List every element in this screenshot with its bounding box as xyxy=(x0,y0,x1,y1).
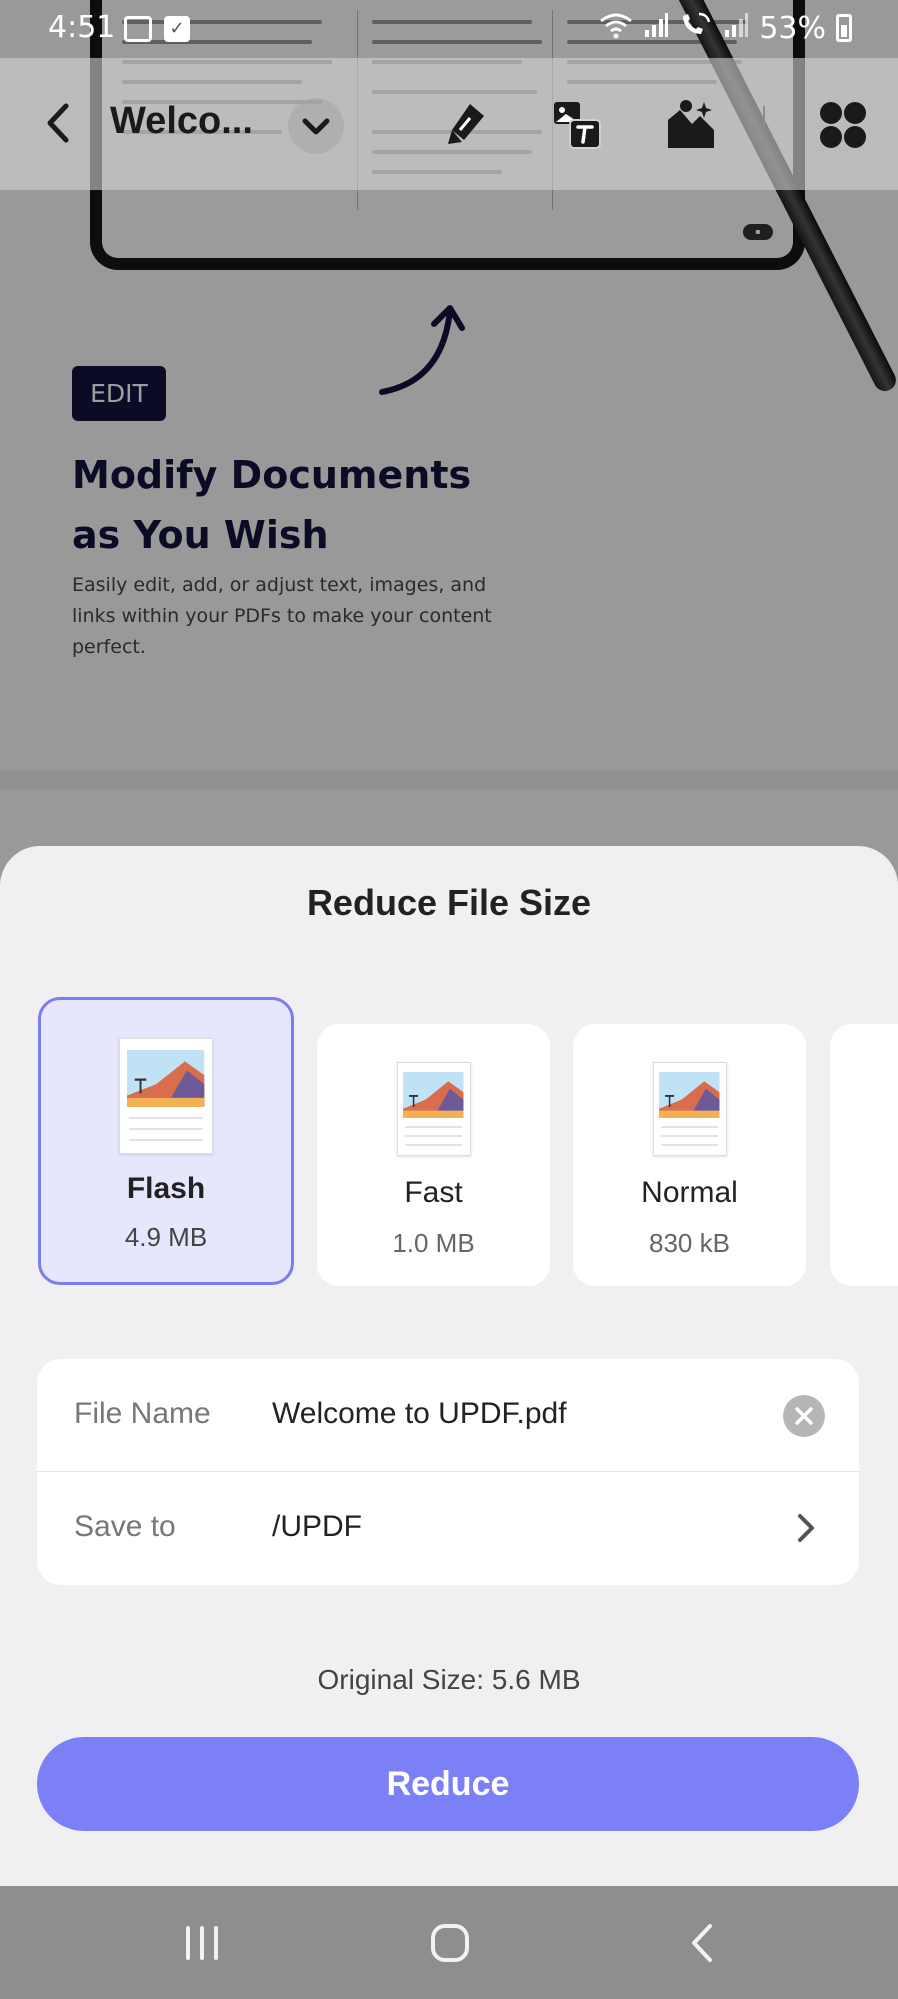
back-nav-icon[interactable] xyxy=(672,1916,732,1970)
wifi-icon xyxy=(599,11,633,45)
sheet-title: Reduce File Size xyxy=(306,882,592,923)
toolbar-separator xyxy=(763,106,765,144)
chevron-right-icon xyxy=(798,1514,814,1542)
task-notification-icon: ✓ xyxy=(164,16,190,42)
document-title[interactable]: Welco... xyxy=(110,100,290,143)
document-thumbnail-icon xyxy=(652,1062,727,1156)
save-to-path: /UPDF xyxy=(272,1510,362,1543)
apps-menu-icon[interactable] xyxy=(816,98,870,152)
file-name-row: File Name Welcome to UPDF.pdf xyxy=(37,1359,859,1472)
signal-icon xyxy=(643,11,669,46)
battery-percent: 53% xyxy=(759,10,826,46)
status-time: 4:51 xyxy=(48,10,116,45)
title-dropdown-button[interactable] xyxy=(288,98,344,154)
image-to-text-icon[interactable] xyxy=(550,98,604,152)
option-more[interactable] xyxy=(830,1024,898,1286)
chevron-down-icon xyxy=(302,118,330,135)
document-thumbnail-icon xyxy=(119,1038,213,1154)
option-size: 4.9 MB xyxy=(124,1222,208,1252)
option-name: Fast xyxy=(404,1176,463,1209)
file-settings-card: File Name Welcome to UPDF.pdf Save to /U… xyxy=(37,1359,859,1585)
option-name: Flash xyxy=(126,1172,206,1205)
gallery-notification-icon xyxy=(124,16,152,42)
top-toolbar: Welco... xyxy=(0,58,898,190)
original-size-text: Original Size: 5.6 MB xyxy=(317,1664,581,1695)
document-thumbnail-icon xyxy=(396,1062,471,1156)
save-to-label: Save to xyxy=(74,1510,176,1543)
clear-icon[interactable] xyxy=(783,1395,825,1437)
wifi-calling-icon xyxy=(679,10,713,46)
file-name-label: File Name xyxy=(74,1397,211,1430)
home-icon[interactable] xyxy=(420,1916,480,1970)
status-bar: 4:51 ✓ 53% xyxy=(0,0,898,58)
option-flash[interactable]: Flash 4.9 MB xyxy=(38,997,294,1285)
reduce-file-size-sheet: Reduce File Size Flash 4.9 MB Fast 1.0 M… xyxy=(0,846,898,1886)
option-size: 830 kB xyxy=(649,1228,730,1258)
highlighter-icon[interactable] xyxy=(440,98,494,152)
option-name: Normal xyxy=(641,1176,738,1209)
option-normal[interactable]: Normal 830 kB xyxy=(573,1024,806,1286)
recent-apps-icon[interactable] xyxy=(172,1916,232,1970)
file-name-input[interactable]: Welcome to UPDF.pdf xyxy=(272,1397,567,1431)
battery-icon xyxy=(836,14,852,42)
reduce-button[interactable]: Reduce xyxy=(37,1737,859,1831)
save-to-row[interactable]: Save to /UPDF xyxy=(37,1472,859,1585)
option-fast[interactable]: Fast 1.0 MB xyxy=(317,1024,550,1286)
back-arrow-icon[interactable] xyxy=(40,98,76,148)
signal-2-icon xyxy=(723,11,749,46)
ai-image-icon[interactable] xyxy=(664,98,718,152)
option-size: 1.0 MB xyxy=(392,1228,475,1258)
system-navigation-bar xyxy=(0,1886,898,1999)
